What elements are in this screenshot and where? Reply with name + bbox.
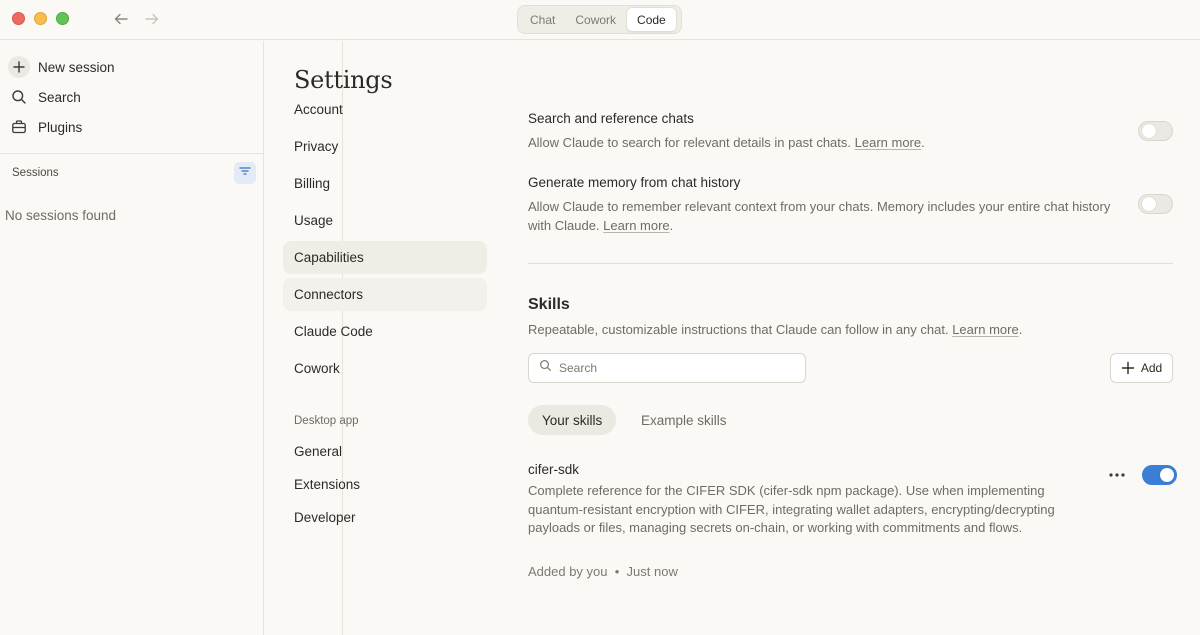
- skill-name: cifer-sdk: [528, 462, 580, 477]
- briefcase-icon: [8, 116, 30, 138]
- desktop-app-section-label: Desktop app: [294, 415, 359, 427]
- plus-icon: [1121, 361, 1135, 375]
- app-window: Chat Cowork Code New session Search Plug…: [0, 0, 1200, 635]
- add-label: Add: [1140, 361, 1163, 375]
- back-arrow-icon[interactable]: [112, 10, 130, 33]
- memory-title: Generate memory from chat history: [528, 175, 741, 190]
- empty-sessions-text: No sessions found: [5, 208, 117, 223]
- minimize-window-button[interactable]: [34, 12, 47, 25]
- skills-description: Repeatable, customizable instructions th…: [528, 322, 1023, 337]
- toggle-knob: [1142, 124, 1156, 138]
- new-session-button[interactable]: New session: [8, 54, 115, 80]
- search-label: Search: [38, 89, 81, 105]
- sidebar-divider: [0, 153, 263, 154]
- skill-meta: Added by you • Just now: [528, 564, 678, 579]
- page-title: Settings: [294, 66, 393, 94]
- skill-more-options-button[interactable]: [1108, 466, 1126, 484]
- nav-cowork[interactable]: Cowork: [283, 352, 487, 385]
- section-divider: [528, 263, 1173, 264]
- add-skill-button[interactable]: Add: [1110, 353, 1173, 383]
- capabilities-panel: Search and reference chats Allow Claude …: [528, 0, 1177, 635]
- search-chats-title: Search and reference chats: [528, 111, 694, 126]
- nav-claude-code[interactable]: Claude Code: [283, 315, 487, 348]
- search-button[interactable]: Search: [8, 84, 81, 110]
- search-icon: [8, 86, 30, 108]
- tab-example-skills[interactable]: Example skills: [627, 405, 741, 435]
- toggle-knob: [1160, 468, 1174, 482]
- search-chats-description: Allow Claude to search for relevant deta…: [528, 135, 925, 150]
- nav-connectors[interactable]: Connectors: [283, 278, 487, 311]
- nav-capabilities[interactable]: Capabilities: [283, 241, 487, 274]
- tab-your-skills[interactable]: Your skills: [528, 405, 617, 435]
- skill-added-by: Added by you: [528, 564, 608, 579]
- plugins-label: Plugins: [38, 119, 83, 135]
- nav-developer[interactable]: Developer: [283, 501, 487, 534]
- search-chats-toggle[interactable]: [1138, 121, 1173, 141]
- nav-extensions[interactable]: Extensions: [283, 468, 487, 501]
- search-chats-desc-text: Allow Claude to search for relevant deta…: [528, 135, 852, 150]
- sessions-heading: Sessions: [12, 167, 59, 179]
- plus-icon: [8, 56, 30, 78]
- skills-search-field[interactable]: [528, 353, 806, 383]
- nav-privacy[interactable]: Privacy: [283, 130, 487, 163]
- filter-button[interactable]: [234, 162, 256, 184]
- filter-icon: [238, 164, 252, 183]
- memory-description: Allow Claude to remember relevant contex…: [528, 199, 1111, 233]
- plugins-button[interactable]: Plugins: [8, 114, 82, 140]
- forward-arrow-icon[interactable]: [143, 10, 161, 33]
- nav-account[interactable]: Account: [283, 93, 487, 126]
- nav-usage[interactable]: Usage: [283, 204, 487, 237]
- ellipsis-icon: [1109, 473, 1125, 477]
- skills-learn-more-link[interactable]: Learn more: [952, 322, 1018, 337]
- skills-heading: Skills: [528, 296, 570, 313]
- skill-description: Complete reference for the CIFER SDK (ci…: [528, 483, 1055, 535]
- new-session-label: New session: [38, 59, 115, 75]
- skill-enabled-toggle[interactable]: [1142, 465, 1177, 485]
- memory-learn-more-link[interactable]: Learn more: [603, 218, 669, 233]
- skills-desc-text: Repeatable, customizable instructions th…: [528, 322, 949, 337]
- zoom-window-button[interactable]: [56, 12, 69, 25]
- skill-added-time: Just now: [626, 564, 678, 579]
- search-chats-learn-more-link[interactable]: Learn more: [855, 135, 921, 150]
- skills-search-input[interactable]: [559, 361, 789, 375]
- meta-separator: •: [614, 564, 620, 579]
- close-window-button[interactable]: [12, 12, 25, 25]
- memory-toggle[interactable]: [1138, 194, 1173, 214]
- sessions-sidebar: New session Search Plugins Sessions No s…: [0, 41, 264, 635]
- nav-billing[interactable]: Billing: [283, 167, 487, 200]
- search-icon: [539, 359, 552, 377]
- nav-general[interactable]: General: [283, 435, 487, 468]
- toggle-knob: [1142, 197, 1156, 211]
